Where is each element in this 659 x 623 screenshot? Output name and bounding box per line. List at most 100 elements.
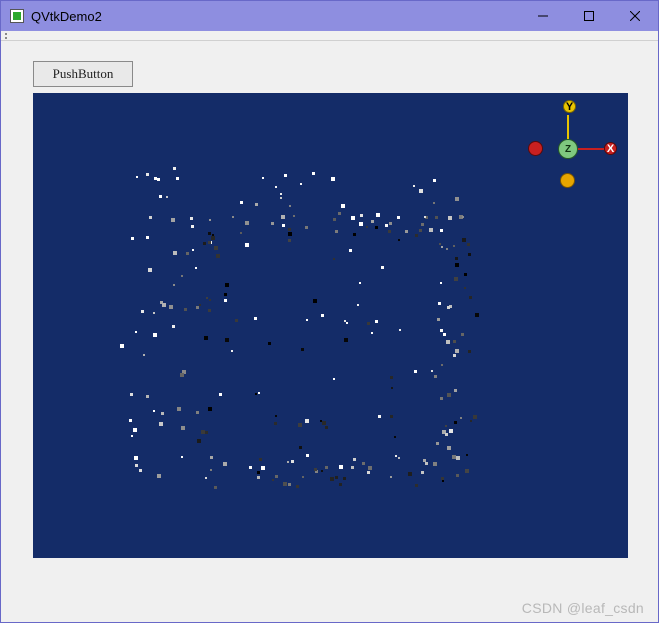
point <box>208 309 211 312</box>
point <box>172 325 175 328</box>
push-button-label: PushButton <box>53 66 114 82</box>
point <box>454 421 457 424</box>
point <box>390 376 393 379</box>
point <box>271 222 274 225</box>
point <box>169 305 173 309</box>
point <box>208 407 212 411</box>
point <box>259 458 262 461</box>
point <box>469 296 472 299</box>
point <box>224 299 227 302</box>
point <box>208 232 211 235</box>
maximize-icon <box>584 11 594 21</box>
point <box>466 454 468 456</box>
point <box>284 174 287 177</box>
point <box>455 263 459 267</box>
point <box>131 237 134 240</box>
point <box>359 222 363 226</box>
point <box>456 456 460 460</box>
point <box>339 483 342 486</box>
point <box>261 466 265 470</box>
point <box>146 173 149 176</box>
app-icon <box>9 8 25 24</box>
point <box>333 218 336 221</box>
point <box>453 245 455 247</box>
point <box>353 233 356 236</box>
point <box>454 277 458 281</box>
point <box>341 204 345 208</box>
point <box>210 456 213 459</box>
point <box>357 304 359 306</box>
point <box>232 216 234 218</box>
close-button[interactable] <box>612 1 658 31</box>
point <box>293 215 295 217</box>
point <box>448 216 452 220</box>
point <box>440 229 443 232</box>
point <box>291 460 294 463</box>
point <box>288 232 292 236</box>
point <box>362 462 365 465</box>
point <box>465 469 469 473</box>
orientation-widget[interactable]: Z Y X <box>520 101 616 197</box>
point <box>447 306 450 309</box>
axis-neg-x-ball <box>528 141 543 156</box>
point <box>464 273 467 276</box>
point <box>395 455 397 457</box>
point <box>441 477 444 480</box>
point <box>455 257 458 260</box>
point <box>282 224 285 227</box>
point <box>190 217 193 220</box>
point <box>423 459 426 462</box>
point <box>433 179 436 182</box>
point <box>301 348 304 351</box>
point <box>130 393 133 396</box>
point <box>201 430 205 434</box>
push-button[interactable]: PushButton <box>33 61 133 87</box>
point <box>305 226 308 229</box>
point <box>338 212 341 215</box>
point <box>287 461 289 463</box>
point <box>398 457 400 459</box>
point <box>149 216 152 219</box>
point <box>460 417 462 419</box>
point <box>268 342 271 345</box>
point <box>257 471 260 474</box>
point <box>146 236 149 239</box>
point <box>378 415 381 418</box>
point <box>275 475 278 478</box>
point <box>421 223 424 226</box>
point <box>216 254 220 258</box>
point <box>439 243 441 245</box>
point <box>453 354 456 357</box>
point <box>330 477 334 481</box>
vtk-viewport[interactable]: Z Y X <box>33 93 628 558</box>
point <box>141 310 144 313</box>
point <box>209 219 211 221</box>
point <box>245 221 249 225</box>
point <box>320 420 322 422</box>
point <box>359 282 361 284</box>
point <box>173 167 176 170</box>
point <box>288 239 291 242</box>
point <box>254 317 257 320</box>
point <box>262 177 264 179</box>
point <box>339 465 343 469</box>
point <box>300 183 302 185</box>
point <box>440 282 442 284</box>
title-bar[interactable]: QVtkDemo2 <box>1 1 658 31</box>
point <box>249 466 252 469</box>
minimize-button[interactable] <box>520 1 566 31</box>
point <box>281 215 285 219</box>
point <box>433 202 435 204</box>
point <box>442 480 444 482</box>
point <box>231 350 233 352</box>
point <box>475 313 479 317</box>
axis-neg-y-ball <box>560 173 575 188</box>
point <box>433 462 437 466</box>
maximize-button[interactable] <box>566 1 612 31</box>
point <box>159 422 163 426</box>
point <box>288 483 291 486</box>
point <box>421 471 424 474</box>
point <box>181 275 183 277</box>
axis-y-label: Y <box>563 100 576 113</box>
point <box>371 332 373 334</box>
